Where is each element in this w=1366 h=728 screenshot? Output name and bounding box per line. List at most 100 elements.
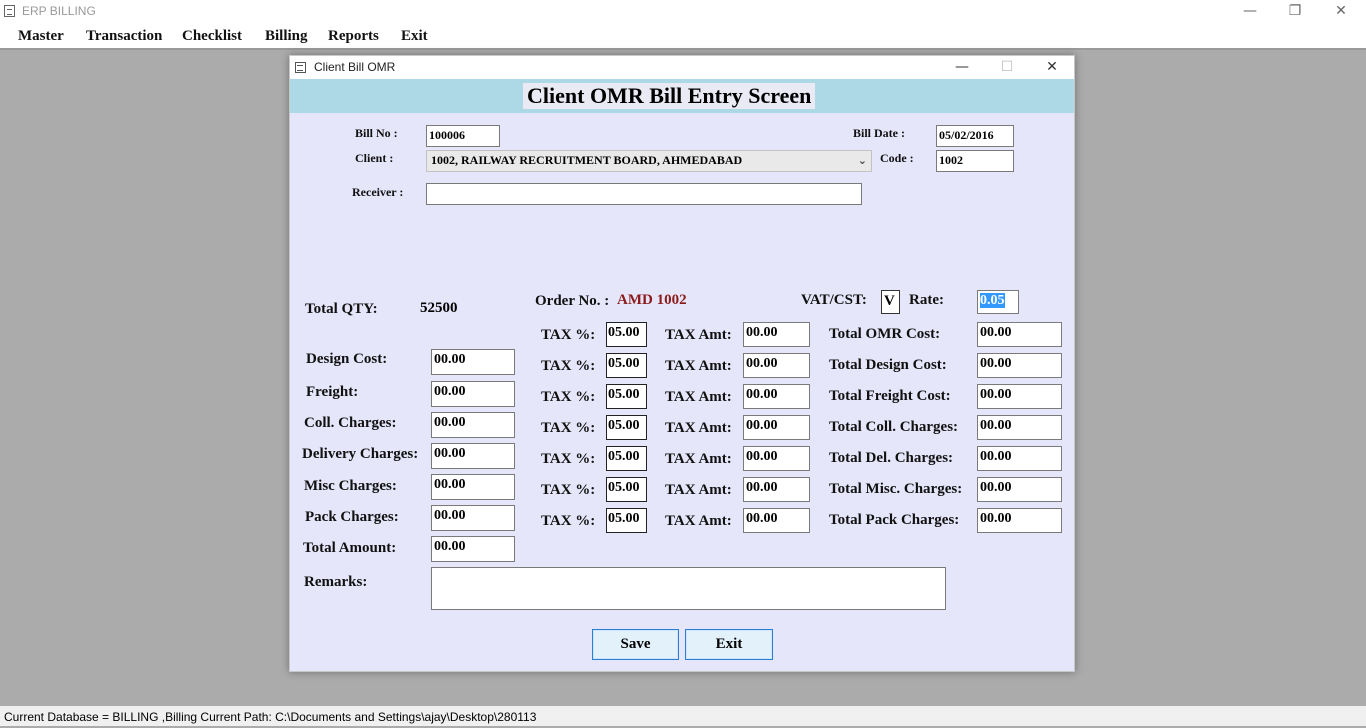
receiver-field[interactable] xyxy=(426,183,862,205)
bill-date-field[interactable]: 05/02/2016 xyxy=(936,125,1014,147)
total-misc-charges-label: Total Misc. Charges: xyxy=(829,481,963,497)
client-bill-window: Client Bill OMR — ☐ ✕ Client OMR Bill En… xyxy=(289,55,1075,672)
tax-amt-field-pack[interactable]: 00.00 xyxy=(743,508,810,533)
restore-icon[interactable]: ❐ xyxy=(1272,0,1318,24)
client-label: Client : xyxy=(355,151,394,165)
bill-no-label: Bill No : xyxy=(355,126,398,140)
close-icon[interactable]: ✕ xyxy=(1318,0,1364,24)
rate-field[interactable]: 0.05 xyxy=(977,290,1019,314)
menu-master[interactable]: Master xyxy=(18,28,64,45)
tax-amt-label-omr: TAX Amt: xyxy=(665,327,732,343)
code-field[interactable]: 1002 xyxy=(936,150,1014,172)
tax-pct-label-coll: TAX %: xyxy=(541,420,596,436)
total-pack-charges-label: Total Pack Charges: xyxy=(829,512,960,528)
child-close-icon[interactable]: ✕ xyxy=(1032,57,1072,78)
save-button[interactable]: Save xyxy=(592,629,679,660)
total-freight-cost-label: Total Freight Cost: xyxy=(829,388,951,404)
total-coll-charges-label: Total Coll. Charges: xyxy=(829,419,959,435)
order-no-value: AMD 1002 xyxy=(617,292,687,308)
tax-pct-field-freight[interactable]: 05.00 xyxy=(606,384,647,409)
remarks-label: Remarks: xyxy=(304,574,368,590)
menu-exit[interactable]: Exit xyxy=(401,28,428,45)
minimize-icon[interactable]: — xyxy=(1227,0,1273,24)
menu-reports[interactable]: Reports xyxy=(328,28,379,45)
code-label: Code : xyxy=(880,151,914,165)
tax-amt-label-misc: TAX Amt: xyxy=(665,482,732,498)
total-del-charges-field[interactable]: 00.00 xyxy=(977,446,1062,471)
tax-amt-field-delivery[interactable]: 00.00 xyxy=(743,446,810,471)
menu-checklist[interactable]: Checklist xyxy=(182,28,242,45)
child-titlebar: Client Bill OMR — ☐ ✕ xyxy=(290,56,1074,79)
tax-amt-label-delivery: TAX Amt: xyxy=(665,451,732,467)
pack-charges-label: Pack Charges: xyxy=(305,509,399,525)
tax-amt-field-design[interactable]: 00.00 xyxy=(743,353,810,378)
status-bar: Current Database = BILLING ,Billing Curr… xyxy=(0,706,1366,726)
remarks-field[interactable] xyxy=(431,567,946,610)
tax-amt-label-design: TAX Amt: xyxy=(665,358,732,374)
misc-charges-label: Misc Charges: xyxy=(304,478,397,494)
vat-cst-label: VAT/CST: xyxy=(801,292,867,308)
tax-pct-label-omr: TAX %: xyxy=(541,327,596,343)
rate-label: Rate: xyxy=(909,292,944,308)
tax-pct-label-design: TAX %: xyxy=(541,358,596,374)
freight-field[interactable]: 00.00 xyxy=(431,381,515,407)
child-maximize-icon: ☐ xyxy=(1000,59,1014,75)
tax-amt-label-pack: TAX Amt: xyxy=(665,513,732,529)
total-coll-charges-field[interactable]: 00.00 xyxy=(977,415,1062,440)
page-title: Client OMR Bill Entry Screen xyxy=(523,83,816,109)
total-pack-charges-field[interactable]: 00.00 xyxy=(977,508,1062,533)
total-qty-label: Total QTY: xyxy=(305,301,378,317)
total-misc-charges-field[interactable]: 00.00 xyxy=(977,477,1062,502)
status-text: Current Database = BILLING ,Billing Curr… xyxy=(4,710,537,724)
tax-pct-label-misc: TAX %: xyxy=(541,482,596,498)
total-del-charges-label: Total Del. Charges: xyxy=(829,450,954,466)
tax-pct-field-pack[interactable]: 05.00 xyxy=(606,508,647,533)
tax-pct-label-pack: TAX %: xyxy=(541,513,596,529)
tax-amt-field-freight[interactable]: 00.00 xyxy=(743,384,810,409)
total-freight-cost-field[interactable]: 00.00 xyxy=(977,384,1062,409)
app-titlebar: ERP BILLING — ❐ ✕ xyxy=(0,0,1366,24)
tax-pct-field-design[interactable]: 05.00 xyxy=(606,353,647,378)
bill-entry-form: Bill No : 100006 Bill Date : 05/02/2016 … xyxy=(290,113,1074,671)
total-amount-field[interactable]: 00.00 xyxy=(431,536,515,562)
form-icon xyxy=(295,62,306,73)
vat-cst-field[interactable]: V xyxy=(881,290,900,314)
misc-charges-field[interactable]: 00.00 xyxy=(431,474,515,500)
child-minimize-icon[interactable]: — xyxy=(942,57,982,78)
order-no-label: Order No. : xyxy=(535,293,610,309)
coll-charges-field[interactable]: 00.00 xyxy=(431,412,515,438)
freight-label: Freight: xyxy=(306,384,359,400)
tax-amt-label-freight: TAX Amt: xyxy=(665,389,732,405)
delivery-charges-field[interactable]: 00.00 xyxy=(431,443,515,469)
bill-date-label: Bill Date : xyxy=(853,126,905,140)
bill-no-field[interactable]: 100006 xyxy=(426,125,500,147)
child-title: Client Bill OMR xyxy=(314,60,396,74)
client-dropdown[interactable]: 1002, RAILWAY RECRUITMENT BOARD, AHMEDAB… xyxy=(426,150,872,172)
pack-charges-field[interactable]: 00.00 xyxy=(431,505,515,531)
tax-pct-label-delivery: TAX %: xyxy=(541,451,596,467)
tax-pct-field-delivery[interactable]: 05.00 xyxy=(606,446,647,471)
total-omr-cost-label: Total OMR Cost: xyxy=(829,326,941,342)
header-band: Client OMR Bill Entry Screen xyxy=(290,79,1074,113)
tax-pct-field-omr[interactable]: 05.00 xyxy=(606,322,647,347)
tax-amt-label-coll: TAX Amt: xyxy=(665,420,732,436)
total-qty-value: 52500 xyxy=(420,300,458,316)
receiver-label: Receiver : xyxy=(352,185,404,199)
tax-pct-field-coll[interactable]: 05.00 xyxy=(606,415,647,440)
menu-billing[interactable]: Billing xyxy=(265,28,308,45)
total-omr-cost-field[interactable]: 00.00 xyxy=(977,322,1062,347)
tax-amt-field-coll[interactable]: 00.00 xyxy=(743,415,810,440)
delivery-charges-label: Delivery Charges: xyxy=(302,446,419,462)
coll-charges-label: Coll. Charges: xyxy=(304,415,397,431)
app-icon xyxy=(4,5,15,17)
tax-amt-field-misc[interactable]: 00.00 xyxy=(743,477,810,502)
tax-amt-field-omr[interactable]: 00.00 xyxy=(743,322,810,347)
menu-bar: Master Transaction Checklist Billing Rep… xyxy=(0,24,1366,50)
tax-pct-label-freight: TAX %: xyxy=(541,389,596,405)
total-design-cost-field[interactable]: 00.00 xyxy=(977,353,1062,378)
tax-pct-field-misc[interactable]: 05.00 xyxy=(606,477,647,502)
design-cost-field[interactable]: 00.00 xyxy=(431,349,515,375)
app-title: ERP BILLING xyxy=(22,4,96,18)
menu-transaction[interactable]: Transaction xyxy=(86,28,162,45)
exit-button[interactable]: Exit xyxy=(685,629,773,660)
